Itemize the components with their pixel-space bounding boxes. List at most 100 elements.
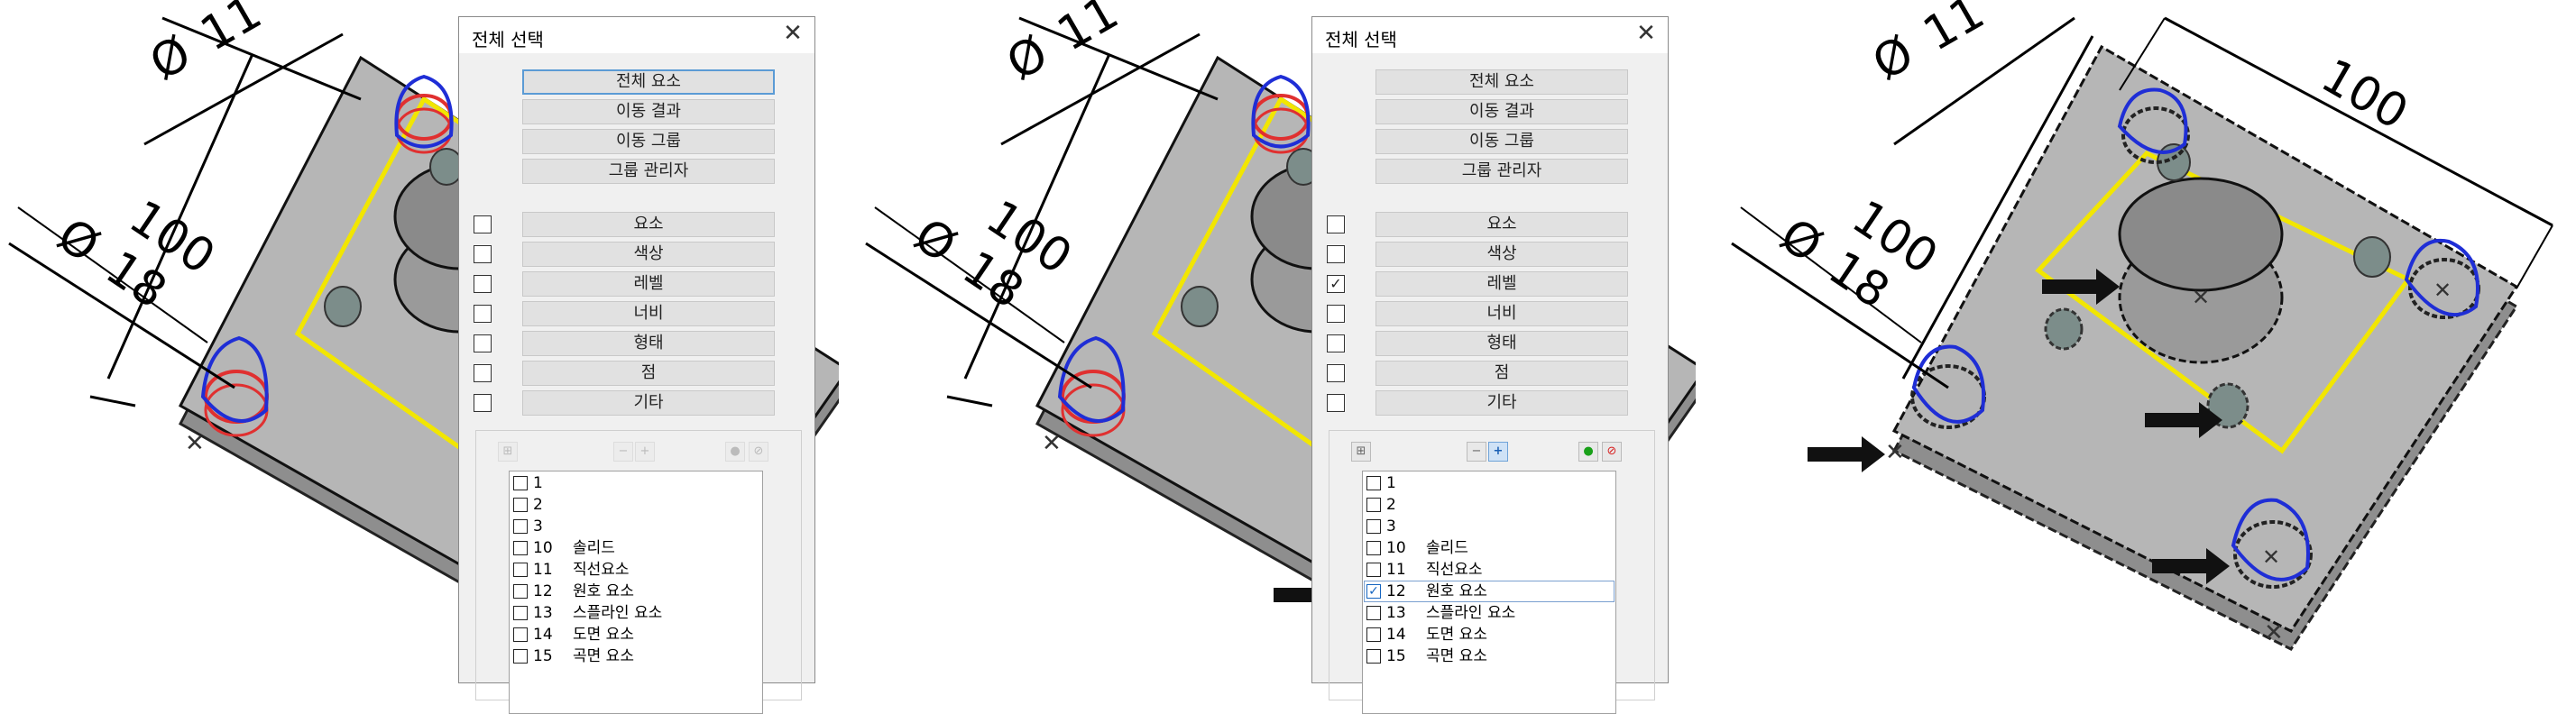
group-manager-button[interactable]: 그룹 관리자 — [1375, 159, 1628, 184]
list-item[interactable]: 10 솔리드 — [511, 538, 760, 558]
level-checkbox[interactable] — [1366, 476, 1381, 490]
filter-other-button[interactable]: 기타 — [1375, 390, 1628, 416]
filter-style-button[interactable]: 형태 — [1375, 331, 1628, 356]
arrow-icon — [1808, 436, 1885, 472]
dim-width: 100 — [2313, 49, 2417, 141]
filter-color-button[interactable]: 색상 — [522, 242, 775, 267]
grid-icon[interactable]: ⊞ — [1351, 442, 1371, 462]
level-checkbox[interactable] — [1366, 563, 1381, 577]
filter-other-button[interactable]: 기타 — [522, 390, 775, 416]
filter-width-button[interactable]: 너비 — [1375, 301, 1628, 326]
filter-color-button[interactable]: 색상 — [1375, 242, 1628, 267]
none-icon[interactable]: ⊘ — [749, 442, 768, 462]
move-group-button[interactable]: 이동 그룹 — [1375, 129, 1628, 154]
level-checkbox[interactable] — [1366, 541, 1381, 555]
filter-point-button[interactable]: 점 — [522, 361, 775, 386]
list-item[interactable]: 13 스플라인 요소 — [511, 603, 760, 623]
svg-text:✕: ✕ — [2262, 545, 2280, 570]
filter-checkbox-other[interactable] — [1327, 394, 1345, 412]
level-checkbox[interactable] — [513, 498, 528, 512]
filter-checkbox-point[interactable] — [474, 364, 492, 382]
level-checkbox[interactable] — [513, 519, 528, 534]
filter-checkbox-width[interactable] — [1327, 305, 1345, 323]
all-on-icon[interactable]: ● — [725, 442, 745, 462]
list-item[interactable]: 15 곡면 요소 — [511, 646, 760, 666]
filter-level-button[interactable]: 레벨 — [522, 271, 775, 297]
filter-width-button[interactable]: 너비 — [522, 301, 775, 326]
list-item[interactable]: 12 원호 요소 — [511, 581, 760, 601]
grid-icon[interactable]: ⊞ — [498, 442, 518, 462]
level-checkbox[interactable] — [513, 541, 528, 555]
plus-icon[interactable]: + — [1488, 442, 1508, 462]
list-item[interactable]: 1 — [511, 473, 760, 493]
level-checkbox[interactable] — [513, 649, 528, 664]
move-result-button[interactable]: 이동 결과 — [522, 99, 775, 124]
level-checkbox[interactable] — [1366, 606, 1381, 620]
level-checkbox[interactable] — [1366, 649, 1381, 664]
list-item[interactable]: 1 — [1365, 473, 1614, 493]
list-item[interactable]: 13 스플라인 요소 — [1365, 603, 1614, 623]
list-item[interactable]: 11 직선요소 — [1365, 560, 1614, 580]
origin-mark-icon: ✕ — [185, 430, 205, 457]
level-checkbox[interactable] — [1366, 498, 1381, 512]
filter-checkbox-style[interactable] — [1327, 334, 1345, 352]
close-icon[interactable]: ✕ — [780, 21, 805, 46]
dim-diameter-small: Ø11 — [998, 0, 1128, 91]
all-on-icon[interactable]: ● — [1578, 442, 1598, 462]
filter-checkbox-style[interactable] — [474, 334, 492, 352]
list-item-selected[interactable]: ✓ 12 원호 요소 — [1364, 581, 1615, 602]
select-all-dialog: 전체 선택 ✕ 전체 요소 이동 결과 이동 그룹 그룹 관리자 요소 색상 ✓… — [1311, 16, 1669, 714]
filter-checkbox-other[interactable] — [474, 394, 492, 412]
origin-mark-icon: ✕ — [1885, 439, 1905, 466]
list-item[interactable]: 15 곡면 요소 — [1365, 646, 1614, 666]
filter-checkbox-point[interactable] — [1327, 364, 1345, 382]
level-checkbox[interactable] — [513, 563, 528, 577]
level-checkbox[interactable] — [513, 584, 528, 599]
level-checkbox[interactable] — [513, 476, 528, 490]
filter-checkbox-color[interactable] — [1327, 245, 1345, 263]
level-group: ⊞ − + ● ⊘ 1 2 3 10 솔리드 11 직선요소 ✓ 12 원호 요소 13… — [1329, 430, 1655, 714]
filter-checkbox-width[interactable] — [474, 305, 492, 323]
svg-text:✕: ✕ — [2433, 278, 2452, 303]
filter-checkbox-level[interactable]: ✓ — [1327, 275, 1345, 293]
plus-icon[interactable]: + — [635, 442, 655, 462]
dialog-title: 전체 선택 — [472, 29, 544, 50]
list-item[interactable]: 11 직선요소 — [511, 560, 760, 580]
filter-style-button[interactable]: 형태 — [522, 331, 775, 356]
filter-checkbox-element[interactable] — [474, 215, 492, 233]
dialog-titlebar: 전체 선택 ✕ — [459, 17, 814, 53]
level-checkbox[interactable] — [1366, 627, 1381, 642]
close-icon[interactable]: ✕ — [1633, 21, 1659, 46]
filter-point-button[interactable]: 점 — [1375, 361, 1628, 386]
level-checkbox[interactable] — [1366, 519, 1381, 534]
filter-checkbox-color[interactable] — [474, 245, 492, 263]
origin-mark-icon: ✕ — [1042, 430, 1062, 457]
list-item[interactable]: 14 도면 요소 — [511, 625, 760, 645]
move-group-button[interactable]: 이동 그룹 — [522, 129, 775, 154]
list-item[interactable]: 2 — [511, 495, 760, 515]
level-checkbox[interactable]: ✓ — [1366, 584, 1381, 599]
select-all-dialog: 전체 선택 ✕ 전체 요소 이동 결과 이동 그룹 그룹 관리자 요소 색상 레… — [458, 16, 815, 714]
filter-element-button[interactable]: 요소 — [1375, 212, 1628, 237]
list-item[interactable]: 3 — [1365, 517, 1614, 536]
move-result-button[interactable]: 이동 결과 — [1375, 99, 1628, 124]
filter-checkbox-element[interactable] — [1327, 215, 1345, 233]
dim-diameter-small: Ø11 — [1864, 0, 1994, 91]
dim-diameter-small: Ø11 — [142, 0, 271, 91]
svg-text:✕: ✕ — [2192, 285, 2210, 310]
all-elements-button[interactable]: 전체 요소 — [1375, 69, 1628, 95]
filter-checkbox-level[interactable] — [474, 275, 492, 293]
minus-icon[interactable]: − — [613, 442, 633, 462]
level-checkbox[interactable] — [513, 606, 528, 620]
level-checkbox[interactable] — [513, 627, 528, 642]
filter-level-button[interactable]: 레벨 — [1375, 271, 1628, 297]
minus-icon[interactable]: − — [1467, 442, 1486, 462]
all-elements-button[interactable]: 전체 요소 — [522, 69, 775, 95]
none-icon[interactable]: ⊘ — [1602, 442, 1622, 462]
group-manager-button[interactable]: 그룹 관리자 — [522, 159, 775, 184]
list-item[interactable]: 3 — [511, 517, 760, 536]
list-item[interactable]: 14 도면 요소 — [1365, 625, 1614, 645]
list-item[interactable]: 10 솔리드 — [1365, 538, 1614, 558]
list-item[interactable]: 2 — [1365, 495, 1614, 515]
filter-element-button[interactable]: 요소 — [522, 212, 775, 237]
